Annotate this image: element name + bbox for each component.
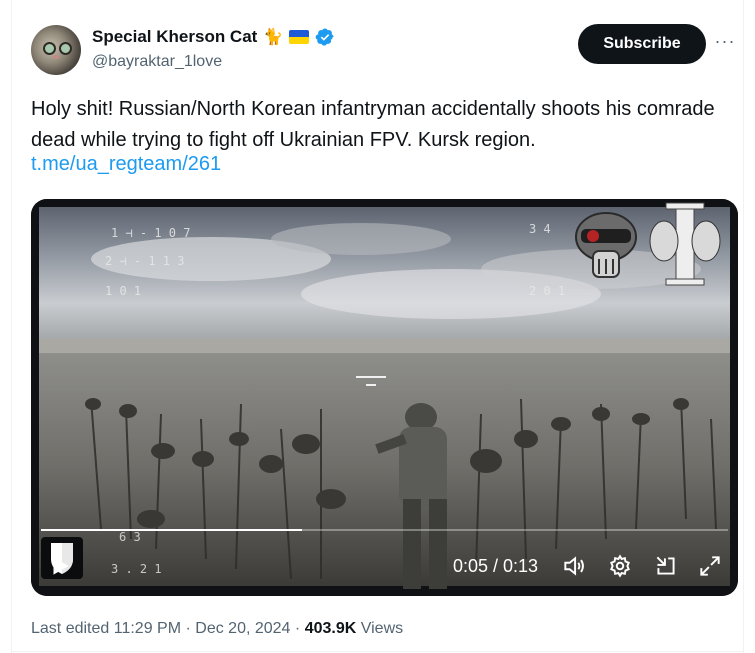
avatar[interactable] bbox=[31, 25, 81, 75]
subscribe-button[interactable]: Subscribe bbox=[578, 24, 706, 64]
left-border bbox=[11, 0, 12, 653]
bottom-divider bbox=[12, 651, 743, 652]
author-name-row[interactable]: Special Kherson Cat 🐈 bbox=[92, 27, 335, 47]
svg-text:2 0 1: 2 0 1 bbox=[529, 284, 565, 298]
play-icon[interactable] bbox=[47, 553, 73, 579]
svg-text:1 ⊣ - 1 0 7: 1 ⊣ - 1 0 7 bbox=[111, 226, 190, 240]
author-display-name[interactable]: Special Kherson Cat bbox=[92, 27, 257, 47]
views-label: Views bbox=[360, 620, 404, 637]
svg-text:2 ⊣ - 1 1 3: 2 ⊣ - 1 1 3 bbox=[105, 254, 184, 268]
post-card: Special Kherson Cat 🐈 @bayraktar_1love S… bbox=[0, 0, 755, 653]
video-frame[interactable]: 1 ⊣ - 1 0 7 2 ⊣ - 1 1 3 1 0 1 3 4 2 0 1 … bbox=[31, 199, 738, 596]
fullscreen-icon[interactable] bbox=[697, 553, 723, 579]
post-metadata: Last edited 11:29 PM · Dec 20, 2024 · 40… bbox=[31, 620, 404, 637]
author-handle[interactable]: @bayraktar_1love bbox=[92, 53, 222, 71]
svg-text:3 4: 3 4 bbox=[529, 222, 551, 236]
verified-badge-icon[interactable] bbox=[315, 27, 335, 47]
more-options-icon[interactable]: ··· bbox=[714, 32, 736, 54]
video-controls: 0:05 / 0:13 bbox=[31, 539, 738, 596]
ukraine-flag-icon bbox=[289, 30, 310, 44]
settings-gear-icon[interactable] bbox=[607, 553, 633, 579]
avatar-eye bbox=[43, 42, 56, 55]
video-time: 0:05 / 0:13 bbox=[453, 556, 539, 576]
post-date[interactable]: Dec 20, 2024 bbox=[195, 620, 290, 637]
post-time[interactable]: 11:29 PM bbox=[114, 620, 181, 637]
avatar-eye bbox=[59, 42, 72, 55]
post-text: Holy shit! Russian/North Korean infantry… bbox=[31, 98, 715, 151]
svg-text:1 0 1: 1 0 1 bbox=[105, 284, 141, 298]
right-border bbox=[743, 0, 744, 653]
post-link[interactable]: t.me/ua_regteam/261 bbox=[31, 153, 221, 176]
video-progress-bar[interactable] bbox=[41, 529, 728, 531]
volume-icon[interactable] bbox=[561, 553, 587, 579]
edited-label[interactable]: Last edited bbox=[31, 620, 109, 637]
views-count[interactable]: 403.9K bbox=[305, 620, 357, 637]
cat-emoji-icon: 🐈 bbox=[263, 29, 284, 46]
video-player[interactable]: 1 ⊣ - 1 0 7 2 ⊣ - 1 1 3 1 0 1 3 4 2 0 1 … bbox=[31, 199, 738, 596]
avatar-nose bbox=[53, 55, 59, 59]
picture-in-picture-icon[interactable] bbox=[653, 553, 679, 579]
video-progress-fill bbox=[41, 529, 303, 531]
